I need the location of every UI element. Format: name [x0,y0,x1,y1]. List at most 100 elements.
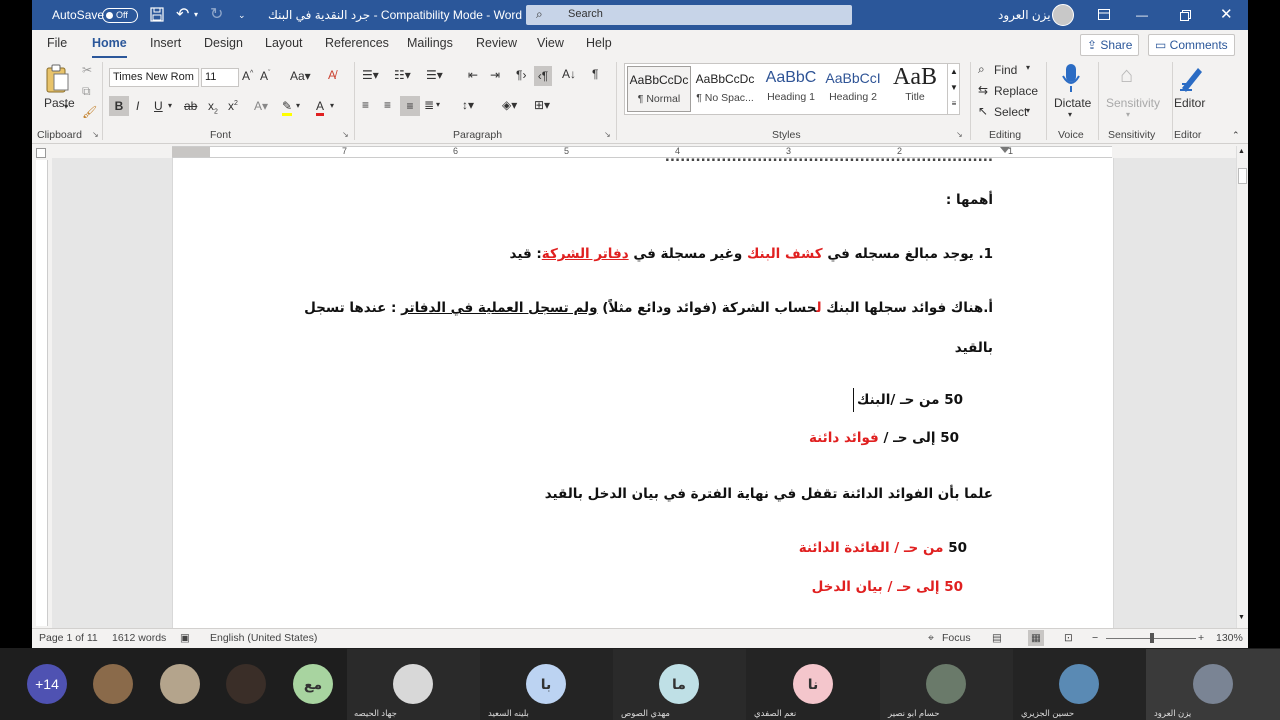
save-icon[interactable] [150,7,164,22]
tab-selector[interactable] [36,148,46,158]
find-dropdown-icon[interactable]: ▾ [1026,63,1030,72]
subscript-icon[interactable]: x2 [208,99,218,115]
underline-icon[interactable]: U [154,99,163,113]
style-heading-2[interactable]: AaBbCcI Heading 2 [821,66,885,112]
participant-avatar[interactable]: مع [293,664,333,704]
tab-insert[interactable]: Insert [150,36,181,50]
font-color-dropdown-icon[interactable]: ▾ [330,101,334,110]
justify-icon[interactable]: ≣ [424,98,434,112]
text-effects-icon[interactable]: A▾ [254,99,268,113]
zoom-slider-thumb[interactable] [1150,633,1154,643]
vertical-scrollbar[interactable]: ▲ ▼ [1236,146,1248,628]
tab-view[interactable]: View [537,36,564,50]
scroll-up-icon[interactable]: ▲ [1238,148,1245,155]
tab-layout[interactable]: Layout [265,36,303,50]
scroll-down-icon[interactable]: ▼ [1238,614,1245,621]
show-formatting-icon[interactable]: ¶ [592,67,598,81]
font-launcher-icon[interactable]: ↘ [342,130,349,139]
multilevel-list-icon[interactable]: ☰▾ [426,68,443,82]
tab-review[interactable]: Review [476,36,517,50]
change-case-icon[interactable]: Aa▾ [290,69,311,83]
focus-icon[interactable]: ⌖ [928,632,934,645]
styles-launcher-icon[interactable]: ↘ [956,130,963,139]
shrink-font-icon[interactable]: Aˇ [260,69,270,83]
align-left-icon[interactable]: ≡ [362,98,369,112]
editor-label[interactable]: Editor [1174,96,1205,110]
zoom-level[interactable]: 130% [1216,632,1243,644]
numbering-icon[interactable]: ☷▾ [394,68,411,82]
comments-button[interactable]: ▭ Comments [1148,34,1235,56]
find-label[interactable]: Find [994,63,1017,77]
copy-icon[interactable]: ⧉ [82,84,91,99]
collapse-ribbon-icon[interactable]: ⌃ [1232,130,1240,141]
bullets-icon[interactable]: ☰▾ [362,68,379,82]
grow-font-icon[interactable]: A^ [242,69,253,83]
increase-indent-icon[interactable]: ⇥ [490,68,500,82]
style-heading-1[interactable]: AaBbC Heading 1 [759,66,823,112]
tab-help[interactable]: Help [586,36,612,50]
proofing-icon[interactable]: ▣ [180,632,190,644]
shading-icon[interactable]: ◈▾ [502,98,517,112]
close-icon[interactable]: ✕ [1220,0,1233,30]
more-styles-icon[interactable]: ≡ [952,99,957,108]
rtl-direction-icon[interactable]: ‹¶ [534,66,552,86]
participant-avatar[interactable] [226,664,266,704]
select-icon[interactable]: ↖ [978,104,988,118]
select-label[interactable]: Select [994,105,1027,119]
find-icon[interactable]: ⌕ [978,62,985,77]
editor-icon[interactable] [1178,62,1204,92]
tab-file[interactable]: File [47,36,67,50]
format-painter-icon[interactable]: 🖌 [82,105,97,119]
justify-dropdown-icon[interactable]: ▾ [436,100,440,109]
participant-avatar[interactable] [93,664,133,704]
web-layout-icon[interactable]: ⊡ [1064,632,1073,644]
font-size-dropdown[interactable]: 11 [201,68,239,87]
focus-label[interactable]: Focus [942,632,971,644]
italic-icon[interactable]: I [136,99,139,113]
align-center-icon[interactable]: ≡ [384,98,391,112]
sort-icon[interactable]: A↓ [562,67,576,81]
paste-icon[interactable] [44,64,70,94]
read-mode-icon[interactable]: ▤ [992,632,1002,644]
more-participants-button[interactable]: +14 [27,664,67,704]
paragraph-launcher-icon[interactable]: ↘ [604,130,611,139]
cut-icon[interactable]: ✂ [82,63,92,77]
zoom-out-icon[interactable]: − [1092,632,1098,644]
minimize-icon[interactable]: — [1136,0,1148,30]
paste-label[interactable]: Paste [44,96,75,110]
zoom-in-icon[interactable]: + [1198,632,1204,644]
align-right-icon[interactable]: ≡ [400,96,420,116]
chevron-up-icon[interactable]: ▲ [950,67,958,76]
style-title[interactable]: AaB Title [883,64,947,112]
microphone-icon[interactable] [1062,64,1080,92]
replace-label[interactable]: Replace [994,84,1038,98]
select-dropdown-icon[interactable]: ▾ [1026,106,1030,115]
print-layout-icon[interactable]: ▦ [1028,630,1044,646]
document-page[interactable]: ........................................… [172,158,1114,628]
tab-references[interactable]: References [325,36,389,50]
styles-scroll[interactable]: ▲ ▼ ≡ [947,64,960,114]
bold-icon[interactable]: B [109,96,129,116]
autosave-toggle[interactable]: Off [102,8,138,23]
tab-home[interactable]: Home [92,36,127,59]
highlight-dropdown-icon[interactable]: ▾ [296,101,300,110]
indent-marker[interactable] [1000,147,1010,157]
style-normal[interactable]: AaBbCcDc ¶ Normal [627,66,691,112]
strikethrough-icon[interactable]: ab [184,99,197,113]
highlight-icon[interactable]: ✎ [282,99,293,116]
scroll-thumb[interactable] [1238,168,1247,184]
language[interactable]: English (United States) [210,632,317,644]
undo-dropdown-icon[interactable]: ▾ [194,0,198,30]
dictate-dropdown-icon[interactable]: ▾ [1068,110,1072,119]
replace-icon[interactable]: ⇆ [978,83,988,97]
dictate-label[interactable]: Dictate [1054,96,1091,110]
ltr-direction-icon[interactable]: ¶› [516,68,526,82]
chevron-down-icon[interactable]: ▼ [950,83,958,92]
user-avatar[interactable] [1052,4,1074,26]
font-name-dropdown[interactable]: Times New Rom [109,68,199,87]
customize-toolbar-icon[interactable]: ⌄ [238,0,246,30]
style-no-spacing[interactable]: AaBbCcDc ¶ No Spac... [693,66,757,112]
clear-formatting-icon[interactable]: A̸ [328,68,336,82]
superscript-icon[interactable]: x2 [228,99,238,113]
decrease-indent-icon[interactable]: ⇤ [468,68,478,82]
